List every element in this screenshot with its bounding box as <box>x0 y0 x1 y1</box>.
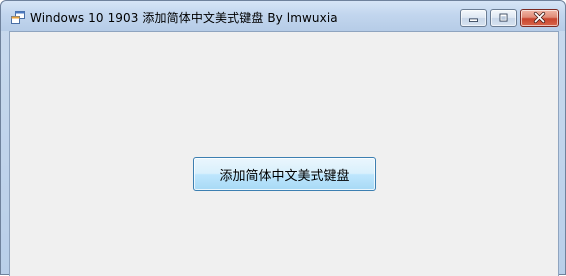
window-title: Windows 10 1903 添加简体中文美式键盘 By lmwuxia <box>30 11 338 25</box>
maximize-icon <box>499 13 508 22</box>
add-chinese-us-keyboard-button[interactable]: 添加简体中文美式键盘 <box>193 157 376 191</box>
maximize-button[interactable] <box>490 9 517 27</box>
close-icon <box>533 11 546 24</box>
title-bar[interactable]: Windows 10 1903 添加简体中文美式键盘 By lmwuxia <box>1 1 565 31</box>
close-button[interactable] <box>520 9 559 27</box>
app-window-icon <box>11 10 25 24</box>
minimize-button[interactable] <box>460 9 487 27</box>
minimize-icon <box>469 18 478 22</box>
client-area: 添加简体中文美式键盘 <box>9 31 559 276</box>
app-window: Windows 10 1903 添加简体中文美式键盘 By lmwuxia 添加… <box>0 0 566 276</box>
